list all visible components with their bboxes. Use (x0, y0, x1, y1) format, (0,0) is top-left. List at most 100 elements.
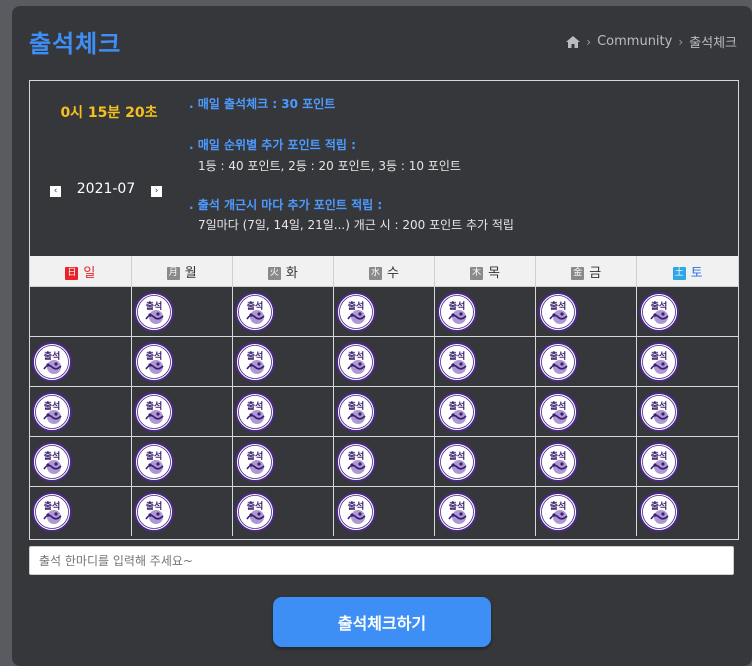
attendance-stamp-icon: 출석 (234, 491, 275, 532)
rank-point-detail: 1등 : 40 포인트, 2등 : 20 포인트, 3등 : 10 포인트 (198, 159, 461, 173)
weekday-chip: 金 (571, 266, 585, 280)
stamp-text: 출석 (247, 450, 264, 462)
calendar-day-cell: 출석 (636, 486, 738, 536)
month-label: 2021-07 (76, 181, 136, 197)
weekday-header: 木목 (434, 256, 537, 287)
home-icon[interactable] (566, 35, 581, 48)
stamp-text: 출석 (651, 450, 668, 462)
streak-point-title: . 출석 개근시 마다 추가 포인트 적립 : (189, 198, 383, 212)
stamp-text: 출석 (449, 350, 466, 362)
attendance-stamp-icon: 출석 (234, 391, 275, 432)
stamp-text: 출석 (348, 450, 365, 462)
attendance-calendar: 日일月월火화水수木목金금土토 출석 출석 출석 출석 출석 출석 출석 출석 출석 출석 출석 출석 출… (30, 256, 738, 536)
calendar-day-cell: 출석 (333, 386, 436, 437)
attendance-stamp-icon: 출석 (538, 441, 579, 482)
calendar-day-cell: 출석 (535, 336, 638, 387)
stamp-text: 출석 (449, 400, 466, 412)
stamp-text: 출석 (348, 500, 365, 512)
attendance-stamp-icon: 출석 (335, 391, 376, 432)
stamp-text: 출석 (44, 500, 61, 512)
calendar-day-cell: 출석 (333, 486, 436, 536)
breadcrumb: › Community › 출석체크 (566, 32, 737, 51)
stamp-text: 출석 (247, 500, 264, 512)
weekday-label: 목 (488, 265, 501, 281)
stamp-text: 출석 (550, 450, 567, 462)
calendar-day-cell: 출석 (333, 336, 436, 387)
calendar-day-cell: 출석 (535, 386, 638, 437)
check-in-button[interactable]: 출석체크하기 (273, 597, 491, 647)
attendance-stamp-icon: 출석 (437, 341, 478, 382)
calendar-day-cell: 출석 (636, 436, 738, 487)
weekday-chip: 火 (267, 266, 281, 280)
weekday-label: 수 (387, 265, 399, 281)
weekday-label: 화 (285, 265, 298, 281)
weekday-chip: 木 (470, 266, 484, 280)
page-title: 출석체크 (29, 30, 122, 58)
attendance-box: 0시 15분 20초 ‹ 2021-07 › . 매일 출석체크 : 30 포인… (29, 80, 739, 540)
calendar-week-row: 출석 출석 출석 출석 출석 출석 (30, 286, 738, 337)
stamp-text: 출석 (145, 450, 162, 462)
stamp-text: 출석 (651, 400, 668, 412)
breadcrumb-community[interactable]: Community (597, 34, 672, 49)
daily-point-text: . 매일 출석체크 : 30 포인트 (189, 97, 336, 111)
weekday-header: 金금 (535, 256, 638, 287)
comment-input[interactable] (29, 546, 734, 575)
attendance-stamp-icon: 출석 (335, 441, 376, 482)
next-month-button[interactable]: › (151, 186, 162, 197)
countdown-timer: 0시 15분 20초 (60, 105, 158, 121)
stamp-text: 출석 (247, 400, 264, 412)
attendance-stamp-icon: 출석 (639, 291, 680, 332)
calendar-day-cell: 출석 (636, 386, 738, 437)
stamp-text: 출석 (449, 500, 466, 512)
attendance-stamp-icon: 출석 (335, 341, 376, 382)
attendance-stamp-icon: 출석 (133, 491, 174, 532)
attendance-stamp-icon: 출석 (437, 391, 478, 432)
calendar-day-cell: 출석 (434, 286, 537, 337)
attendance-stamp-icon: 출석 (335, 491, 376, 532)
calendar-day-cell: 출석 (232, 286, 334, 337)
stamp-text: 출석 (44, 400, 61, 412)
stamp-text: 출석 (348, 350, 365, 362)
stamp-text: 출석 (145, 300, 162, 312)
stamp-text: 출석 (247, 300, 264, 312)
attendance-stamp-icon: 출석 (639, 441, 680, 482)
stamp-text: 출석 (348, 300, 365, 312)
attendance-stamp-icon: 출석 (133, 441, 174, 482)
weekday-label: 금 (589, 265, 602, 281)
calendar-week-row: 출석 출석 출석 출석 출석 출석 출석 (30, 486, 738, 536)
attendance-stamp-icon: 출석 (538, 291, 579, 332)
attendance-stamp-icon: 출석 (437, 441, 478, 482)
weekday-chip: 水 (369, 266, 382, 280)
stamp-text: 출석 (550, 400, 567, 412)
weekday-header: 土토 (636, 256, 738, 287)
weekday-header: 火화 (232, 256, 334, 287)
attendance-stamp-icon: 출석 (538, 391, 579, 432)
calendar-day-cell: 출석 (131, 486, 233, 536)
stamp-text: 출석 (44, 450, 61, 462)
attendance-stamp-icon: 출석 (234, 441, 275, 482)
attendance-stamp-icon: 출석 (639, 491, 680, 532)
attendance-stamp-icon: 출석 (32, 441, 72, 482)
streak-point-detail: 7일마다 (7일, 14일, 21일...) 개근 시 : 200 포인트 추가… (198, 218, 514, 232)
attendance-stamp-icon: 출석 (234, 341, 275, 382)
stamp-text: 출석 (651, 350, 668, 362)
calendar-day-cell: 출석 (434, 386, 537, 437)
calendar-day-cell: 출석 (535, 486, 638, 536)
attendance-stamp-icon: 출석 (437, 491, 478, 532)
calendar-day-cell: 출석 (333, 286, 436, 337)
calendar-day-cell: 출석 (30, 486, 132, 536)
calendar-day-cell: 출석 (434, 336, 537, 387)
calendar-day-cell: 출석 (434, 436, 537, 487)
stamp-text: 출석 (449, 300, 466, 312)
breadcrumb-separator-icon: › (678, 34, 684, 49)
calendar-day-cell: 출석 (30, 436, 132, 487)
stamp-text: 출석 (44, 350, 61, 362)
calendar-day-cell: 출석 (636, 286, 738, 337)
calendar-day-cell: 출석 (333, 436, 436, 487)
weekday-label: 토 (690, 265, 703, 281)
stamp-text: 출석 (145, 350, 162, 362)
calendar-week-row: 출석 출석 출석 출석 출석 출석 출석 (30, 436, 738, 487)
stamp-text: 출석 (651, 500, 668, 512)
stamp-text: 출석 (145, 400, 162, 412)
calendar-day-cell: 출석 (30, 386, 132, 437)
